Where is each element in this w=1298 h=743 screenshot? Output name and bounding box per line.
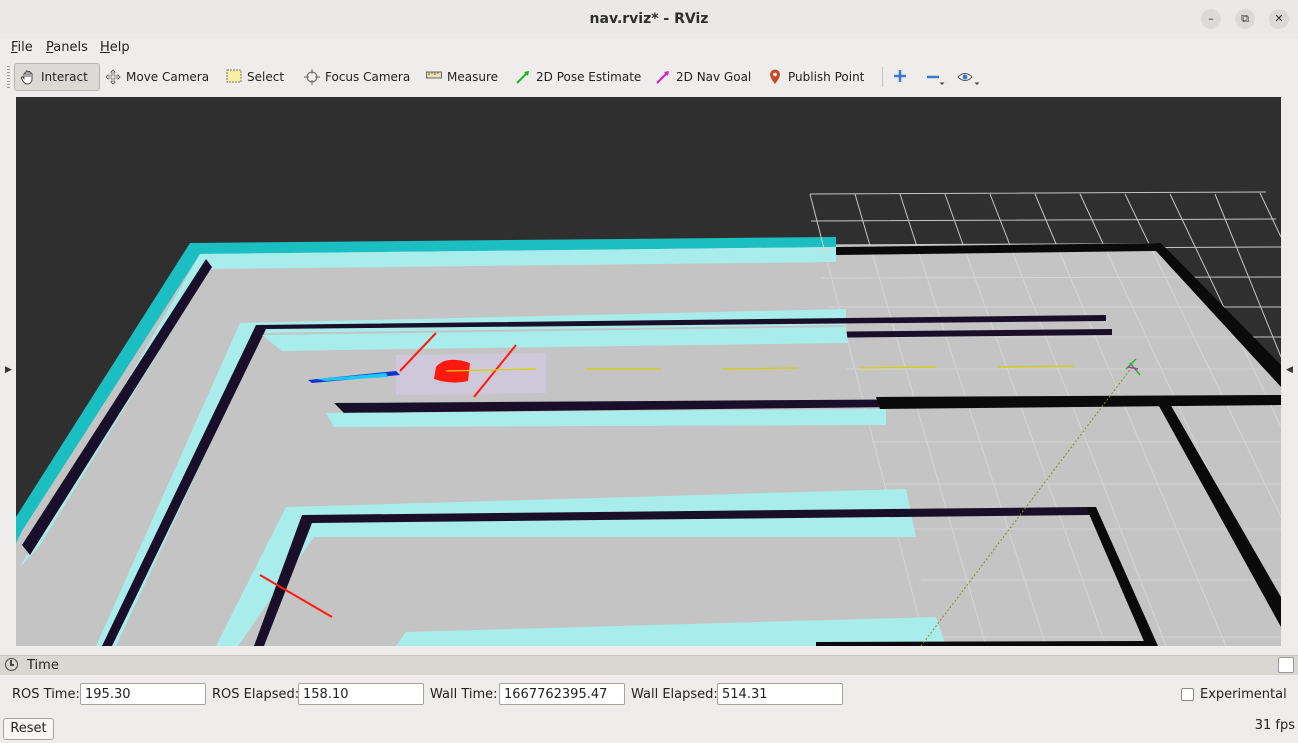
maximize-button[interactable]: ⧉	[1235, 9, 1255, 29]
remove-tool-button[interactable]	[925, 63, 949, 91]
ros-time-label: ROS Time:	[12, 687, 80, 702]
tool-2d-nav-goal[interactable]: 2D Nav Goal	[654, 63, 751, 91]
time-panel-float-button[interactable]	[1278, 657, 1294, 673]
close-window-button[interactable]: ✕	[1269, 9, 1289, 29]
wall-time-field[interactable]	[499, 683, 625, 705]
menu-panels[interactable]: Panels	[46, 40, 88, 55]
tool-publish-point[interactable]: Publish Point	[766, 63, 864, 91]
ros-elapsed-field[interactable]	[298, 683, 424, 705]
title-bar: nav.rviz* - RViz – ⧉ ✕	[0, 0, 1298, 39]
ruler-icon	[425, 69, 443, 85]
focus-crosshair-icon	[303, 69, 321, 85]
plus-icon	[892, 69, 908, 85]
wall-elapsed-field[interactable]	[717, 683, 843, 705]
wall-elapsed-label: Wall Elapsed:	[631, 687, 718, 702]
eye-icon	[957, 69, 980, 85]
tool-toolbar: Interact Move Camera Select Focus Camera…	[0, 58, 1298, 96]
reset-button[interactable]: Reset	[3, 718, 54, 740]
tool-focus-camera-label: Focus Camera	[325, 70, 411, 84]
tool-publish-point-label: Publish Point	[788, 70, 865, 84]
ros-elapsed-label: ROS Elapsed:	[212, 687, 300, 702]
window-title: nav.rviz* - RViz	[589, 11, 709, 27]
map-pin-icon	[766, 69, 784, 85]
tool-2d-nav-goal-label: 2D Nav Goal	[676, 70, 752, 84]
move-camera-icon	[104, 69, 122, 85]
green-arrow-icon	[514, 69, 532, 85]
time-panel-header: Time	[0, 655, 1298, 675]
minus-icon	[925, 69, 945, 85]
menu-file[interactable]: File	[11, 40, 33, 55]
fps-readout: 31 fps	[1254, 718, 1295, 733]
wall-time-label: Wall Time:	[430, 687, 498, 702]
view-options-button[interactable]	[957, 63, 983, 91]
left-dock-handle[interactable]: ▶	[0, 97, 14, 646]
hand-icon	[19, 69, 37, 85]
tool-select[interactable]: Select	[225, 63, 284, 91]
menu-bar: File Panels Help	[0, 38, 1298, 58]
tool-measure[interactable]: Measure	[425, 63, 498, 91]
time-panel-title: Time	[27, 658, 59, 673]
ros-time-field[interactable]	[80, 683, 206, 705]
render-3d-viewport[interactable]	[16, 97, 1281, 646]
experimental-checkbox[interactable]	[1181, 688, 1194, 701]
tool-move-camera-label: Move Camera	[126, 70, 210, 84]
tool-interact[interactable]: Interact	[14, 63, 100, 91]
add-tool-button[interactable]	[892, 63, 912, 91]
right-dock-handle[interactable]: ◀	[1283, 97, 1297, 646]
tool-measure-label: Measure	[447, 70, 498, 84]
expand-right-icon: ◀	[1286, 365, 1293, 375]
toolbar-separator	[882, 67, 883, 87]
toolbar-grip[interactable]	[7, 66, 10, 88]
experimental-label: Experimental	[1200, 687, 1287, 702]
expand-left-icon: ▶	[5, 365, 12, 375]
menu-help[interactable]: Help	[100, 40, 130, 55]
tool-select-label: Select	[247, 70, 285, 84]
select-box-icon	[225, 69, 243, 85]
tool-interact-label: Interact	[41, 70, 88, 84]
map-scene	[16, 191, 1281, 646]
magenta-arrow-icon	[654, 69, 672, 85]
clock-icon	[5, 658, 18, 671]
tool-2d-pose-estimate[interactable]: 2D Pose Estimate	[514, 63, 641, 91]
tool-focus-camera[interactable]: Focus Camera	[303, 63, 410, 91]
minimize-button[interactable]: –	[1201, 9, 1221, 29]
tool-2d-pose-estimate-label: 2D Pose Estimate	[536, 70, 642, 84]
tool-move-camera[interactable]: Move Camera	[104, 63, 209, 91]
